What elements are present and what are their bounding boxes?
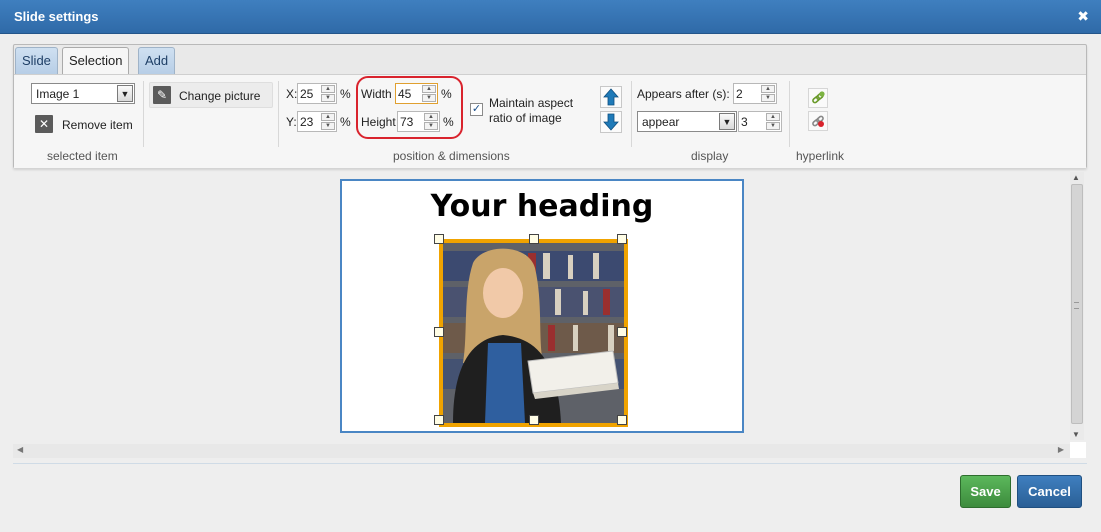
resize-handle-bottom[interactable]: [529, 415, 539, 425]
change-picture-button[interactable]: ✎ Change picture: [149, 82, 273, 108]
ribbon: Slide Selection Add Image 1 ▼ ✕ Remove i…: [13, 44, 1087, 168]
title-bar: Slide settings ✖: [0, 0, 1101, 34]
remove-item-button[interactable]: ✕ Remove item: [31, 111, 136, 137]
vertical-scrollbar[interactable]: ▲ ▼: [1070, 172, 1084, 440]
send-backward-button[interactable]: [600, 111, 622, 133]
tab-slide[interactable]: Slide: [15, 47, 58, 75]
y-unit: %: [340, 115, 351, 129]
group-separator: [278, 81, 279, 147]
spinner-arrows-icon[interactable]: ▲ ▼: [321, 113, 335, 130]
ribbon-tabs: Slide Selection Add: [14, 45, 1086, 77]
effect-duration-value: 3: [741, 115, 748, 129]
cancel-button[interactable]: Cancel: [1017, 475, 1082, 508]
item-dropdown-value: Image 1: [36, 87, 80, 101]
resize-handle-left[interactable]: [434, 327, 444, 337]
height-unit: %: [443, 115, 454, 129]
person-photo-icon: [443, 243, 624, 423]
maintain-aspect-label-2: ratio of image: [489, 111, 562, 125]
width-label: Width: [361, 87, 392, 101]
chevron-down-icon[interactable]: ▼: [117, 85, 133, 102]
spinner-arrows-icon[interactable]: ▲ ▼: [761, 85, 775, 102]
close-icon[interactable]: ✖: [1077, 8, 1089, 25]
appears-after-label: Appears after (s):: [637, 87, 730, 101]
bring-forward-button[interactable]: [600, 86, 622, 108]
horizontal-scrollbar[interactable]: ◀ ▶: [13, 444, 1070, 458]
spinner-arrows-icon[interactable]: ▲ ▼: [422, 85, 436, 102]
save-button[interactable]: Save: [960, 475, 1011, 508]
x-label: X:: [286, 87, 298, 101]
maintain-aspect-label-1: Maintain aspect: [489, 96, 574, 110]
height-label: Height: [361, 115, 396, 129]
x-unit: %: [340, 87, 351, 101]
width-value: 45: [398, 87, 412, 101]
resize-handle-bottom-right[interactable]: [617, 415, 627, 425]
maintain-aspect-checkbox[interactable]: ✓: [470, 103, 483, 116]
width-input[interactable]: 45 ▲ ▼: [395, 83, 438, 104]
close-icon: ✕: [35, 115, 53, 133]
remove-link-icon[interactable]: [808, 111, 828, 131]
group-label-display: display: [691, 149, 729, 163]
item-dropdown[interactable]: Image 1 ▼: [31, 83, 135, 104]
x-input[interactable]: 25 ▲ ▼: [297, 83, 337, 104]
remove-item-label: Remove item: [62, 118, 133, 132]
y-value: 23: [300, 115, 314, 129]
change-picture-label: Change picture: [179, 89, 261, 103]
pencil-icon: ✎: [153, 86, 171, 104]
chevron-down-icon[interactable]: ▼: [719, 113, 735, 130]
slide-canvas[interactable]: Your heading: [340, 179, 744, 433]
tab-add[interactable]: Add: [138, 47, 176, 75]
ribbon-body: Image 1 ▼ ✕ Remove item selected item ✎ …: [14, 74, 1086, 168]
y-input[interactable]: 23 ▲ ▼: [297, 111, 337, 132]
spinner-arrows-icon[interactable]: ▲ ▼: [321, 85, 335, 102]
spinner-arrows-icon[interactable]: ▲ ▼: [424, 113, 438, 130]
tab-selection[interactable]: Selection: [62, 47, 130, 77]
arrow-up-icon: [603, 88, 619, 106]
resize-handle-top-right[interactable]: [617, 234, 627, 244]
group-separator: [631, 81, 632, 147]
selected-picture[interactable]: [439, 239, 628, 427]
height-value: 73: [400, 115, 414, 129]
slide-heading[interactable]: Your heading: [342, 189, 742, 224]
effect-dropdown-value: appear: [642, 115, 680, 129]
resize-handle-bottom-left[interactable]: [434, 415, 444, 425]
group-label-selected-item: selected item: [47, 149, 118, 163]
effect-dropdown[interactable]: appear ▼: [637, 111, 737, 132]
spinner-arrows-icon[interactable]: ▲ ▼: [766, 113, 780, 130]
resize-handle-top[interactable]: [529, 234, 539, 244]
arrow-down-icon: [603, 113, 619, 131]
appears-after-value: 2: [736, 87, 743, 101]
scroll-right-icon[interactable]: ▶: [1058, 445, 1064, 454]
y-label: Y:: [286, 115, 297, 129]
group-label-position: position & dimensions: [393, 149, 510, 163]
scrollbar-corner: [1070, 442, 1086, 458]
group-label-hyperlink: hyperlink: [796, 149, 845, 163]
add-link-icon[interactable]: [808, 88, 828, 108]
effect-duration-input[interactable]: 3 ▲ ▼: [738, 111, 782, 132]
height-input[interactable]: 73 ▲ ▼: [397, 111, 440, 132]
resize-handle-right[interactable]: [617, 327, 627, 337]
scroll-left-icon[interactable]: ◀: [17, 445, 23, 454]
scroll-up-icon[interactable]: ▲: [1072, 173, 1080, 182]
resize-handle-top-left[interactable]: [434, 234, 444, 244]
appears-after-input[interactable]: 2 ▲ ▼: [733, 83, 777, 104]
x-value: 25: [300, 87, 314, 101]
group-separator: [143, 81, 144, 147]
group-separator: [789, 81, 790, 147]
scroll-grip-icon: [1074, 302, 1079, 309]
width-unit: %: [441, 87, 452, 101]
window-title: Slide settings: [14, 9, 99, 24]
scroll-down-icon[interactable]: ▼: [1072, 430, 1080, 439]
footer-divider: [13, 463, 1087, 464]
